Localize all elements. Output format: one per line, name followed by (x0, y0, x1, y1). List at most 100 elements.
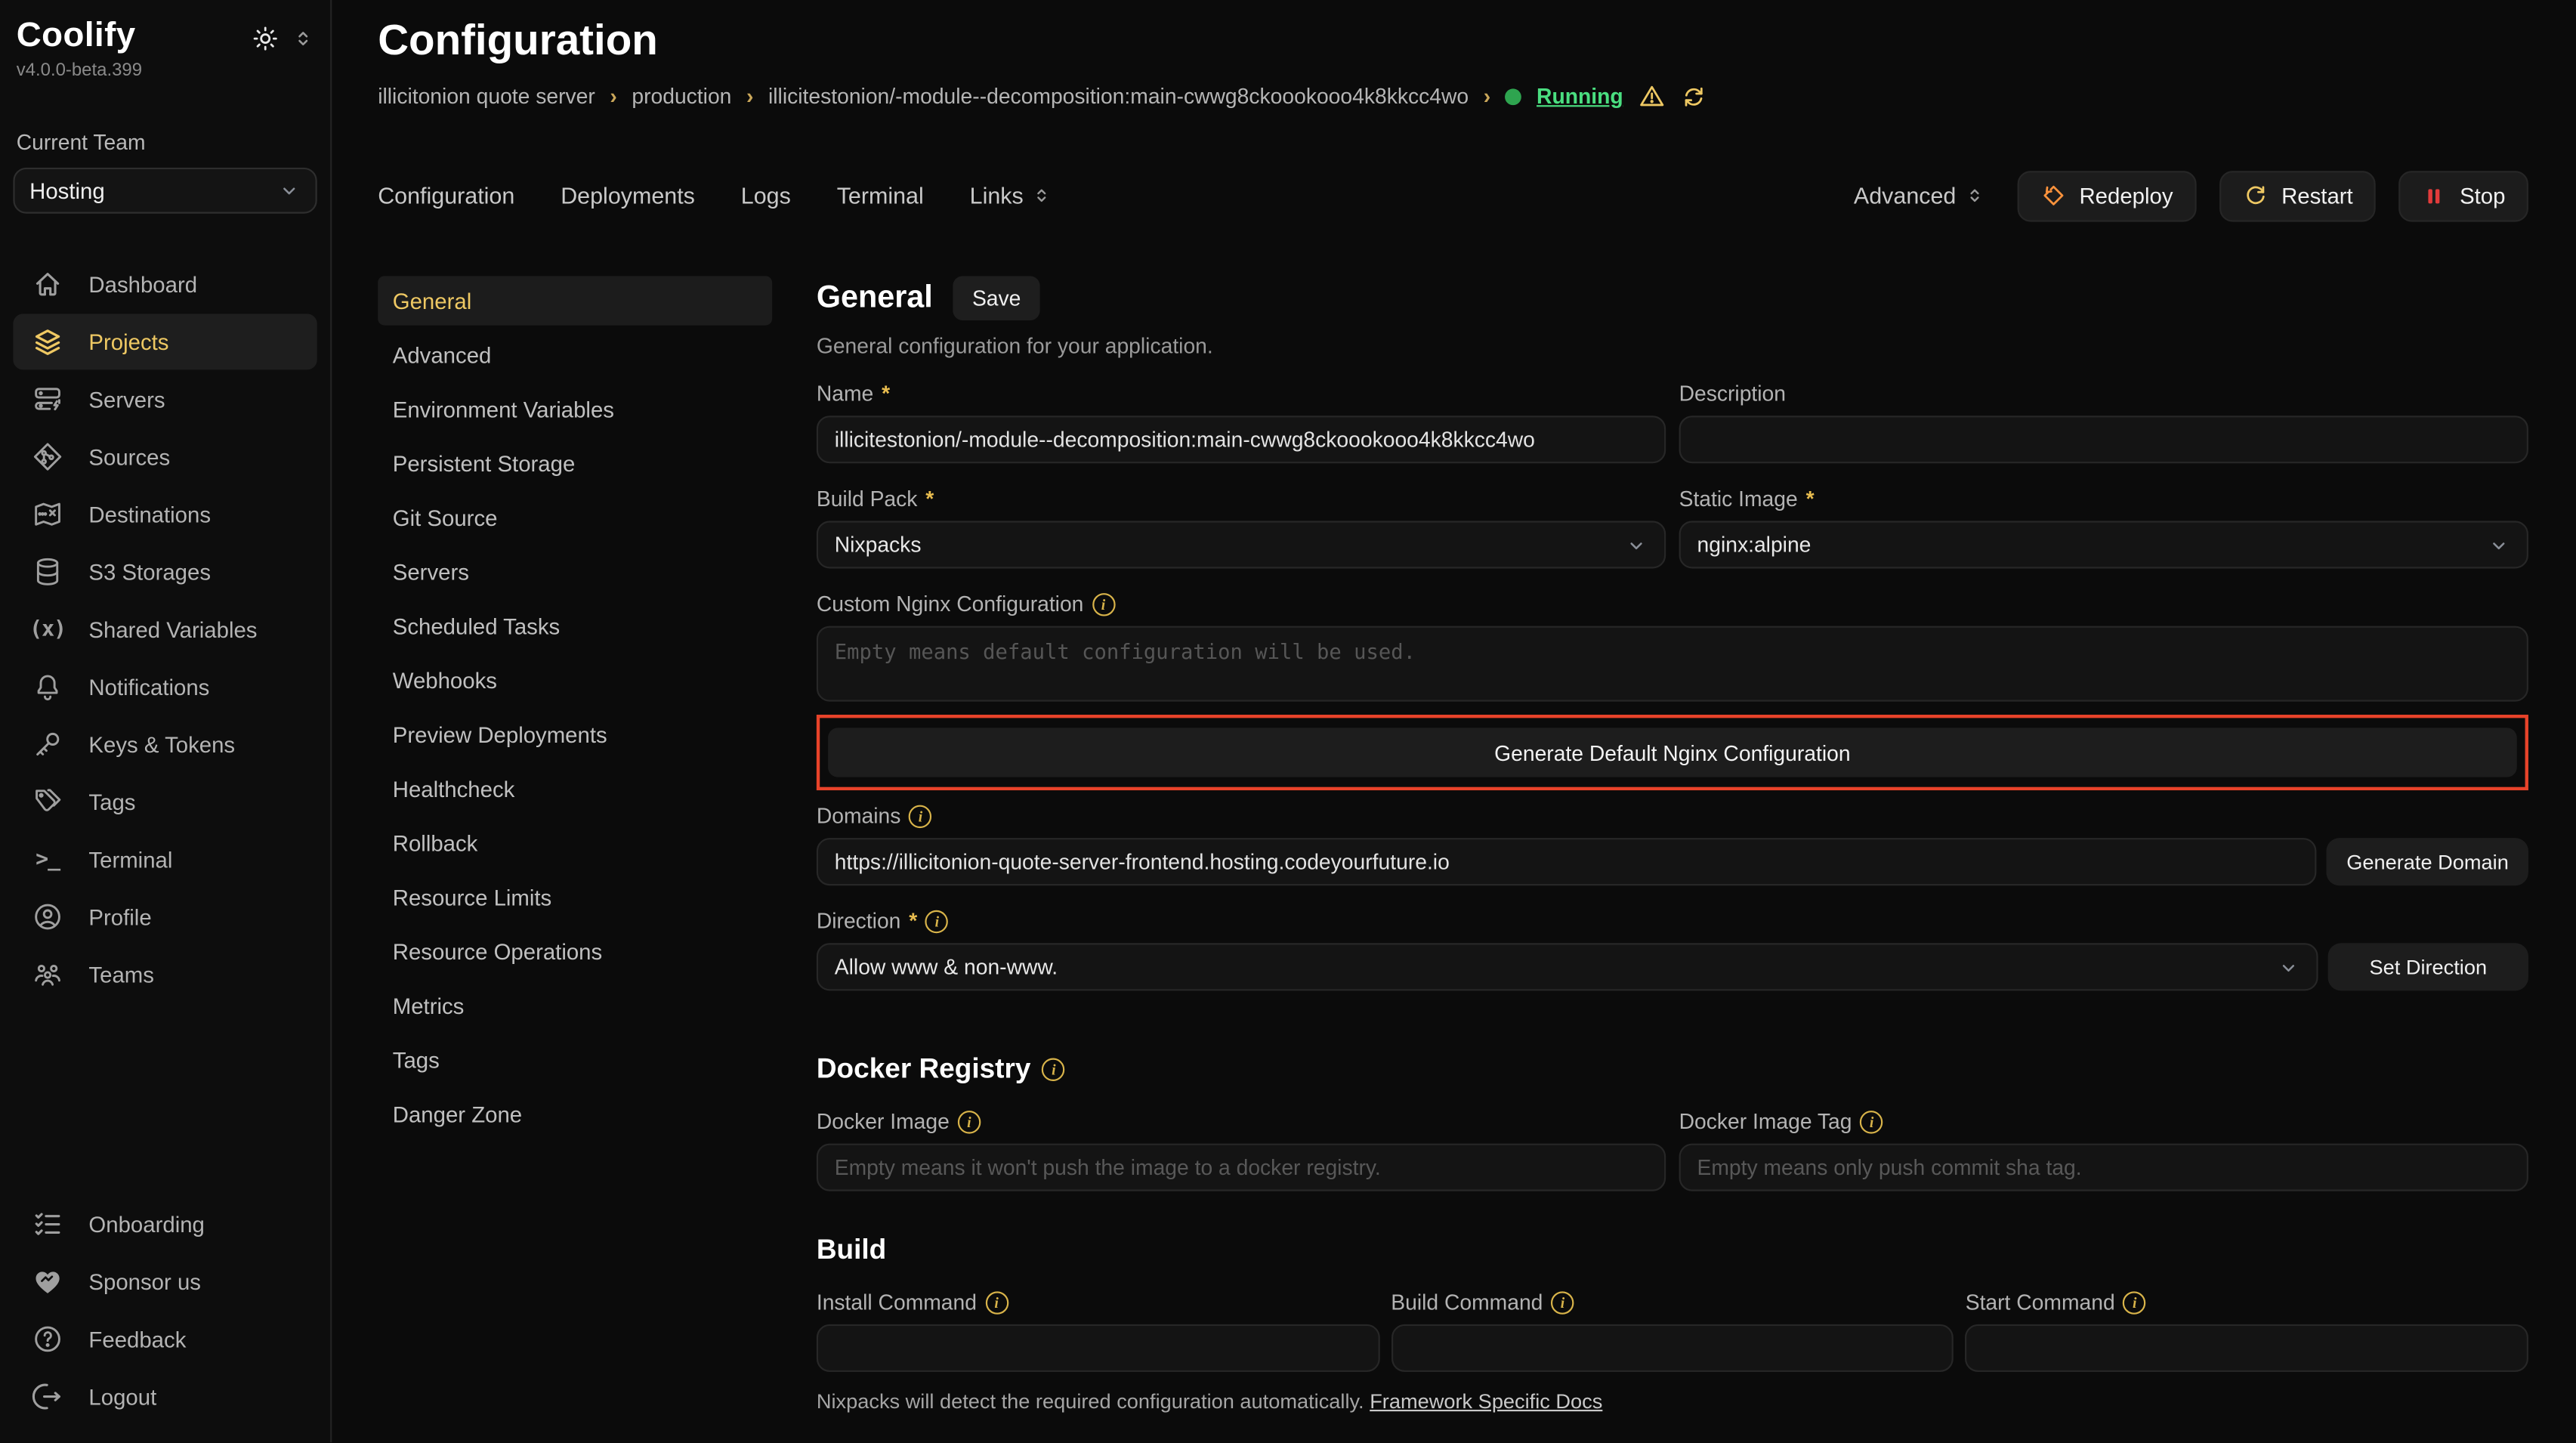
info-icon[interactable]: i (1092, 592, 1114, 615)
tab-terminal[interactable]: Terminal (837, 182, 924, 209)
required-asterisk: * (925, 487, 934, 511)
sidebar-item-shared-variables[interactable]: (x) Shared Variables (13, 601, 317, 657)
nginx-config-textarea[interactable] (817, 626, 2528, 702)
info-icon[interactable]: i (2124, 1290, 2146, 1313)
tags-icon (31, 786, 63, 818)
redeploy-button[interactable]: Redeploy (2017, 170, 2196, 221)
submenu-tags[interactable]: Tags (378, 1035, 772, 1084)
sidebar-item-projects[interactable]: Projects (13, 314, 317, 369)
info-icon[interactable]: i (985, 1290, 1008, 1313)
install-command-input[interactable] (817, 1324, 1379, 1372)
warning-triangle-icon[interactable] (1638, 82, 1666, 110)
build-pack-select[interactable]: Nixpacks (817, 521, 1666, 568)
docker-image-tag-input[interactable] (1679, 1144, 2528, 1191)
tab-links[interactable]: Links (970, 182, 1052, 209)
help-circle-icon (31, 1323, 63, 1355)
static-image-select[interactable]: nginx:alpine (1679, 521, 2528, 568)
breadcrumb: illicitonion quote server › production ›… (378, 82, 2528, 110)
generate-nginx-config-button[interactable]: Generate Default Nginx Configuration (828, 728, 2517, 777)
sidebar-item-s3-storages[interactable]: S3 Storages (13, 544, 317, 600)
stop-button[interactable]: Stop (2399, 170, 2528, 221)
submenu-resource-operations[interactable]: Resource Operations (378, 927, 772, 976)
sidebar-item-sponsor-us[interactable]: Sponsor us (13, 1253, 317, 1309)
sidebar-item-label: Sponsor us (88, 1269, 201, 1294)
submenu-metrics[interactable]: Metrics (378, 981, 772, 1030)
tab-configuration[interactable]: Configuration (378, 182, 514, 209)
sidebar-item-onboarding[interactable]: Onboarding (13, 1196, 317, 1252)
submenu-environment-variables[interactable]: Environment Variables (378, 385, 772, 434)
direction-select[interactable]: Allow www & non-www. (817, 943, 2318, 990)
generate-domain-button[interactable]: Generate Domain (2327, 838, 2528, 885)
framework-docs-link[interactable]: Framework Specific Docs (1370, 1390, 1602, 1413)
domains-input[interactable] (817, 838, 2317, 885)
sidebar-item-label: Dashboard (88, 272, 197, 297)
name-input[interactable] (817, 416, 1666, 463)
sidebar-item-label: Logout (88, 1384, 156, 1409)
info-icon[interactable]: i (1551, 1290, 1574, 1313)
page-title: Configuration (378, 13, 2528, 66)
sidebar-item-tags[interactable]: Tags (13, 774, 317, 830)
info-icon[interactable]: i (909, 805, 931, 827)
docker-image-tag-label: Docker Image Tagi (1679, 1109, 2528, 1134)
breadcrumb-project[interactable]: illicitonion quote server (378, 84, 595, 109)
submenu-servers[interactable]: Servers (378, 547, 772, 596)
map-icon (31, 498, 63, 530)
sidebar-item-destinations[interactable]: Destinations (13, 487, 317, 542)
sidebar-item-label: Keys & Tokens (88, 732, 235, 757)
info-icon[interactable]: i (1042, 1058, 1065, 1081)
submenu-healthcheck[interactable]: Healthcheck (378, 764, 772, 813)
build-command-label: Build Commandi (1391, 1290, 1954, 1315)
status-link[interactable]: Running (1537, 84, 1623, 109)
breadcrumb-environment[interactable]: production (632, 84, 731, 109)
description-input[interactable] (1679, 416, 2528, 463)
sidebar-item-notifications[interactable]: Notifications (13, 659, 317, 715)
sidebar-item-dashboard[interactable]: Dashboard (13, 256, 317, 312)
sidebar-item-profile[interactable]: Profile (13, 889, 317, 945)
theme-switcher-chevrons-icon[interactable] (292, 28, 314, 49)
info-icon[interactable]: i (958, 1110, 981, 1132)
team-select[interactable]: Hosting (13, 168, 317, 214)
submenu-resource-limits[interactable]: Resource Limits (378, 873, 772, 922)
sidebar-item-terminal[interactable]: >_ Terminal (13, 831, 317, 887)
submenu-webhooks[interactable]: Webhooks (378, 656, 772, 705)
start-command-label: Start Commandi (1966, 1290, 2528, 1315)
header-actions: Advanced Redeploy Restart Stop (1854, 170, 2528, 221)
sidebar-item-logout[interactable]: Logout (13, 1369, 317, 1425)
submenu-advanced[interactable]: Advanced (378, 330, 772, 379)
submenu-danger-zone[interactable]: Danger Zone (378, 1089, 772, 1139)
main-content: Configuration illicitonion quote server … (332, 0, 2576, 1442)
sidebar-item-keys-tokens[interactable]: Keys & Tokens (13, 716, 317, 772)
info-icon[interactable]: i (925, 910, 948, 932)
stop-pause-icon (2422, 183, 2447, 208)
docker-image-input[interactable] (817, 1144, 1666, 1191)
refresh-icon[interactable] (1681, 83, 1707, 110)
build-command-input[interactable] (1391, 1324, 1954, 1372)
key-icon (31, 728, 63, 760)
submenu-preview-deployments[interactable]: Preview Deployments (378, 709, 772, 759)
sidebar-item-sources[interactable]: Sources (13, 429, 317, 485)
submenu-git-source[interactable]: Git Source (378, 493, 772, 542)
theme-sun-icon[interactable] (252, 25, 280, 53)
tab-deployments[interactable]: Deployments (561, 182, 695, 209)
submenu-rollback[interactable]: Rollback (378, 818, 772, 867)
submenu-persistent-storage[interactable]: Persistent Storage (378, 439, 772, 488)
sidebar-item-servers[interactable]: Servers (13, 371, 317, 427)
sidebar-item-label: Destinations (88, 502, 211, 527)
save-button[interactable]: Save (953, 276, 1041, 320)
submenu-scheduled-tasks[interactable]: Scheduled Tasks (378, 601, 772, 650)
heart-hands-icon (31, 1265, 63, 1298)
nixpacks-note: Nixpacks will detect the required config… (817, 1390, 2528, 1413)
submenu-general[interactable]: General (378, 276, 772, 325)
tab-logs[interactable]: Logs (741, 182, 791, 209)
breadcrumb-application[interactable]: illicitestonion/-module--decomposition:m… (768, 84, 1469, 109)
chevrons-updown-icon (1964, 186, 1984, 205)
sidebar-bottom-nav: Onboarding Sponsor us Feedback Logout (13, 1196, 317, 1426)
sidebar-item-feedback[interactable]: Feedback (13, 1311, 317, 1367)
info-icon[interactable]: i (1860, 1110, 1883, 1132)
restart-button[interactable]: Restart (2219, 170, 2376, 221)
advanced-menu[interactable]: Advanced (1854, 182, 1984, 209)
sidebar-item-teams[interactable]: Teams (13, 947, 317, 1003)
annotation-highlight-box: Generate Default Nginx Configuration (817, 715, 2528, 790)
set-direction-button[interactable]: Set Direction (2328, 943, 2528, 990)
start-command-input[interactable] (1966, 1324, 2528, 1372)
